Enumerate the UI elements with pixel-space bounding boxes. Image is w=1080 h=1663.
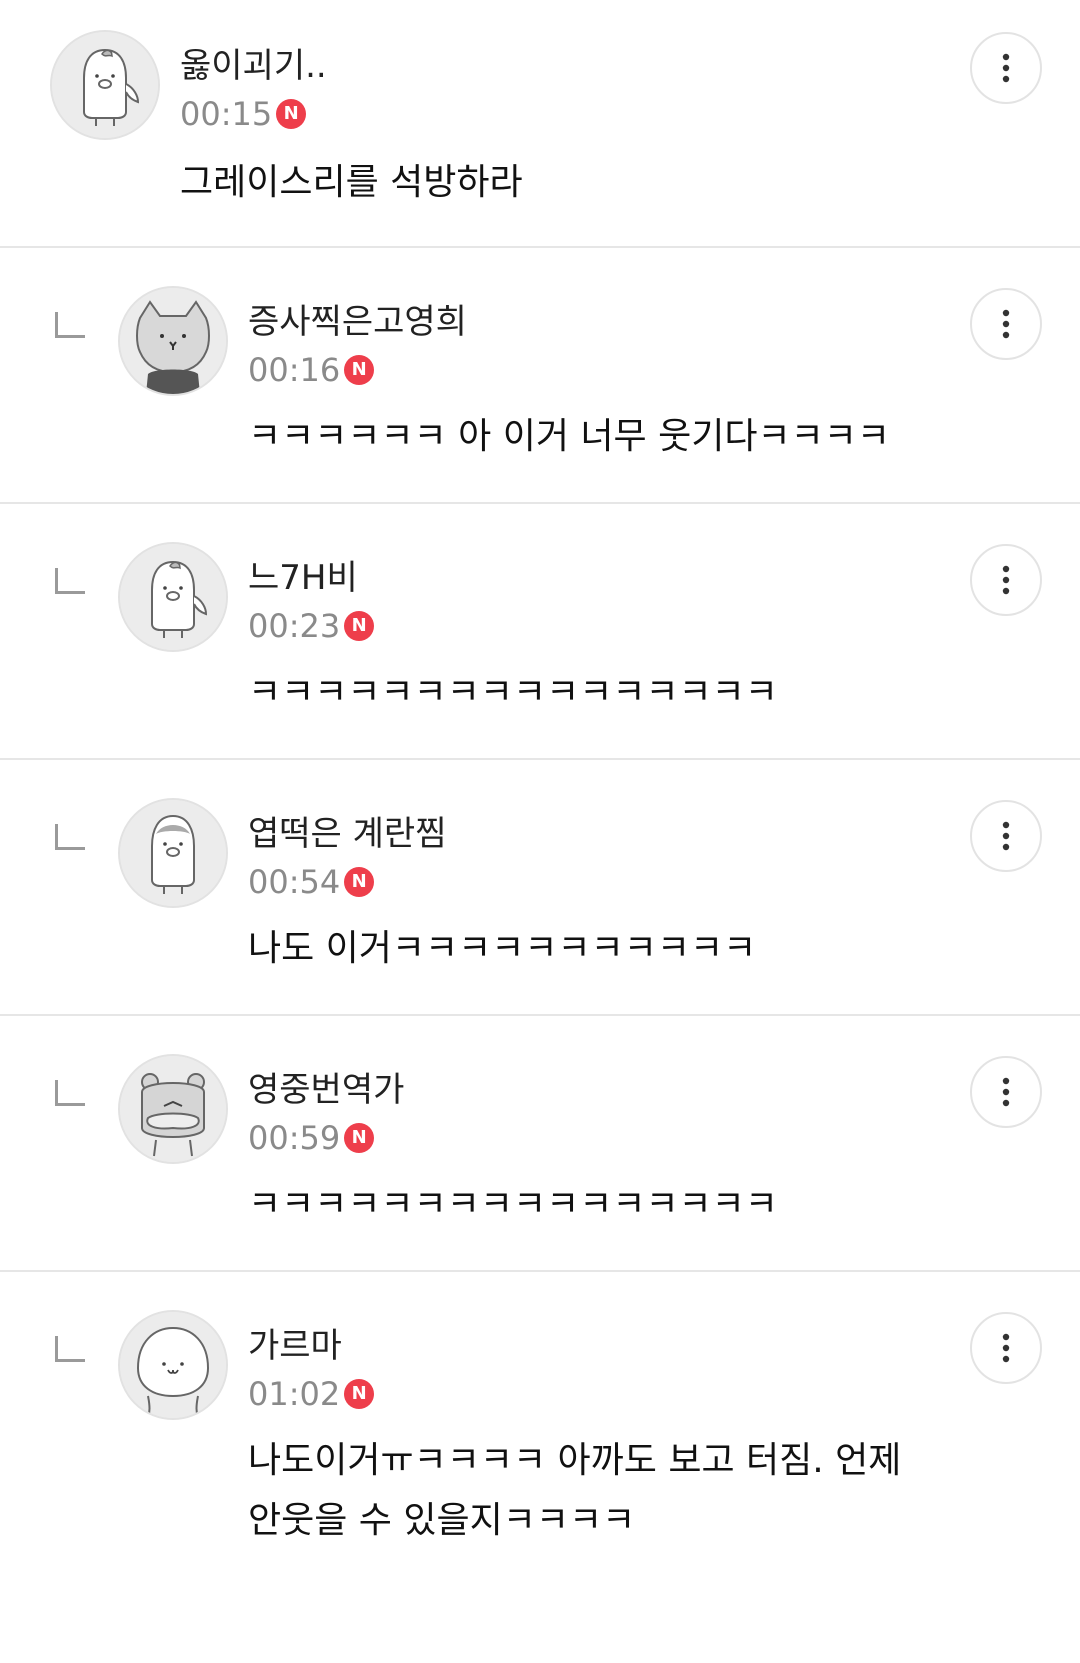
avatar[interactable] — [118, 798, 228, 908]
new-badge: N — [344, 1123, 375, 1153]
comment-text: ㅋㅋㅋㅋㅋㅋㅋㅋㅋㅋㅋㅋㅋㅋㅋㅋ — [248, 1184, 778, 1225]
avatar[interactable] — [118, 1054, 228, 1164]
comment-text: ㅋㅋㅋㅋㅋㅋㅋㅋㅋㅋㅋㅋㅋㅋㅋㅋ — [248, 672, 778, 713]
avatar[interactable] — [118, 1310, 228, 1420]
timestamp: 01:02 — [248, 1375, 341, 1413]
reply-item: 증사찍은고영희 00:16 N ㅋㅋㅋㅋㅋㅋ 아 이거 너무 웃기다ㅋㅋㅋㅋ — [0, 248, 1080, 504]
comment-list: 옳이괴기.. 00:15 N 그레이스리를 석방하라 증사찍은고영희 00:16… — [0, 0, 1080, 1663]
comment-item: 옳이괴기.. 00:15 N 그레이스리를 석방하라 — [0, 0, 1080, 248]
new-badge: N — [344, 1379, 375, 1409]
penguin-leaf-icon — [120, 544, 226, 650]
bear-icon — [120, 1056, 226, 1162]
timestamp: 00:59 — [248, 1119, 341, 1157]
nickname[interactable]: 영중번역가 — [248, 1070, 404, 1110]
comment-text: ㅋㅋㅋㅋㅋㅋ 아 이거 너무 웃기다ㅋㅋㅋㅋ — [248, 416, 890, 457]
nickname[interactable]: 엽떡은 계란찜 — [248, 814, 447, 854]
more-vertical-icon — [1002, 309, 1010, 339]
new-badge: N — [344, 867, 375, 897]
avatar[interactable] — [118, 286, 228, 396]
reply-indicator-icon — [55, 1080, 85, 1106]
more-vertical-icon — [1002, 1077, 1010, 1107]
more-options-button[interactable] — [970, 800, 1042, 872]
penguin-leaf-icon — [52, 32, 158, 138]
timestamp: 00:15 — [180, 95, 273, 133]
nickname[interactable]: 옳이괴기.. — [180, 46, 327, 86]
timestamp: 00:23 — [248, 607, 341, 645]
reply-item: 영중번역가 00:59 N ㅋㅋㅋㅋㅋㅋㅋㅋㅋㅋㅋㅋㅋㅋㅋㅋ — [0, 1016, 1080, 1272]
more-vertical-icon — [1002, 821, 1010, 851]
more-vertical-icon — [1002, 565, 1010, 595]
reply-item: 가르마 01:02 N 나도이거ㅠㅋㅋㅋㅋ 아까도 보고 터짐. 언제 안웃을 … — [0, 1272, 1080, 1663]
reply-indicator-icon — [55, 1336, 85, 1362]
new-badge: N — [344, 611, 375, 641]
more-options-button[interactable] — [970, 32, 1042, 104]
reply-indicator-icon — [55, 568, 85, 594]
nickname[interactable]: 증사찍은고영희 — [248, 302, 467, 342]
penguin-icon — [120, 800, 226, 906]
round-face-icon — [120, 1312, 226, 1418]
more-options-button[interactable] — [970, 1312, 1042, 1384]
more-options-button[interactable] — [970, 544, 1042, 616]
comment-meta: 01:02 N — [248, 1374, 375, 1414]
comment-text: 그레이스리를 석방하라 — [180, 162, 523, 203]
reply-item: 엽떡은 계란찜 00:54 N 나도 이거ㅋㅋㅋㅋㅋㅋㅋㅋㅋㅋㅋ — [0, 760, 1080, 1016]
new-badge: N — [344, 355, 375, 385]
more-options-button[interactable] — [970, 1056, 1042, 1128]
comment-meta: 00:23 N — [248, 606, 375, 646]
comment-meta: 00:15 N — [180, 94, 307, 134]
more-options-button[interactable] — [970, 288, 1042, 360]
new-badge: N — [276, 99, 307, 129]
reply-item: 느7H비 00:23 N ㅋㅋㅋㅋㅋㅋㅋㅋㅋㅋㅋㅋㅋㅋㅋㅋ — [0, 504, 1080, 760]
reply-indicator-icon — [55, 312, 85, 338]
more-vertical-icon — [1002, 1333, 1010, 1363]
comment-meta: 00:59 N — [248, 1118, 375, 1158]
comment-text-line: 나도이거ㅠㅋㅋㅋㅋ 아까도 보고 터짐. 언제 — [248, 1440, 902, 1481]
cat-icon — [120, 288, 226, 394]
comment-meta: 00:54 N — [248, 862, 375, 902]
comment-text-line: 안웃을 수 있을지ㅋㅋㅋㅋ — [248, 1500, 636, 1541]
avatar[interactable] — [118, 542, 228, 652]
timestamp: 00:16 — [248, 351, 341, 389]
comment-text: 나도 이거ㅋㅋㅋㅋㅋㅋㅋㅋㅋㅋㅋ — [248, 928, 757, 969]
more-vertical-icon — [1002, 53, 1010, 83]
nickname[interactable]: 가르마 — [248, 1326, 342, 1366]
timestamp: 00:54 — [248, 863, 341, 901]
nickname[interactable]: 느7H비 — [248, 558, 358, 598]
avatar[interactable] — [50, 30, 160, 140]
reply-indicator-icon — [55, 824, 85, 850]
comment-meta: 00:16 N — [248, 350, 375, 390]
